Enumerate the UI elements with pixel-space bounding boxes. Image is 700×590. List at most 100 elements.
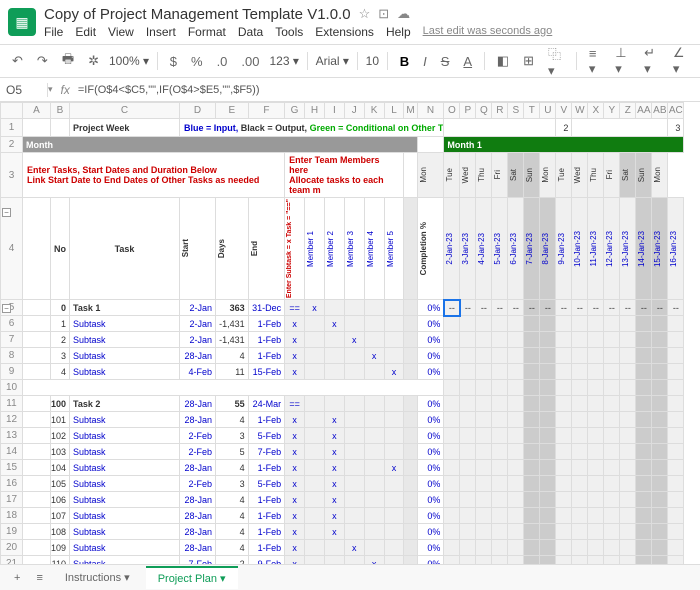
table-row[interactable]: 61Subtask2-Jan-1,4311-Febxx0% [1, 316, 684, 332]
tab-project-plan[interactable]: Project Plan ▾ [146, 566, 238, 589]
group-toggle-1[interactable]: − [2, 208, 11, 217]
row-header[interactable]: 1 [1, 119, 23, 137]
row-header[interactable]: 18 [1, 508, 23, 524]
row-header[interactable]: 21 [1, 556, 23, 564]
menu-tools[interactable]: Tools [275, 25, 303, 39]
row-header[interactable]: 8 [1, 348, 23, 364]
menu-extensions[interactable]: Extensions [315, 25, 374, 39]
group-toggle-2[interactable]: − [2, 304, 11, 313]
col-header[interactable]: A [23, 103, 51, 119]
table-row[interactable]: 18107Subtask28-Jan41-Febxx0% [1, 508, 684, 524]
col-header[interactable]: K [364, 103, 384, 119]
doc-title[interactable]: Copy of Project Management Template V1.0… [44, 6, 351, 23]
col-header[interactable]: X [588, 103, 604, 119]
table-row[interactable]: 12101Subtask28-Jan41-Febxx0% [1, 412, 684, 428]
spreadsheet-table[interactable]: ABCDEFGHIJKLMNOPQRSTUVWXYZAAABAC 1Projec… [0, 102, 684, 564]
merge-btn[interactable]: ⿻ ▾ [544, 42, 568, 81]
table-row[interactable]: 15104Subtask28-Jan41-Febxxx0% [1, 460, 684, 476]
paint-icon[interactable]: ✲ [84, 51, 103, 71]
col-header[interactable]: M [404, 103, 417, 119]
col-header[interactable]: E [215, 103, 248, 119]
star-icon[interactable]: ☆ [359, 6, 371, 22]
row-header[interactable]: 14 [1, 444, 23, 460]
zoom-select[interactable]: 100% ▾ [109, 54, 149, 68]
bold-btn[interactable]: B [396, 52, 413, 71]
name-box[interactable]: O5 [0, 83, 48, 97]
row-header[interactable]: 12 [1, 412, 23, 428]
strike-btn[interactable]: S [437, 52, 454, 71]
table-row[interactable]: 50Task 12-Jan36331-Dec==x0%-------------… [1, 300, 684, 316]
add-sheet-btn[interactable]: + [8, 570, 26, 586]
col-header[interactable]: F [248, 103, 285, 119]
col-header[interactable]: U [540, 103, 556, 119]
row-header[interactable]: 16 [1, 476, 23, 492]
col-header[interactable]: S [508, 103, 524, 119]
col-header[interactable]: H [305, 103, 325, 119]
table-row[interactable]: 11100Task 228-Jan5524-Mar==0% [1, 396, 684, 412]
inc-dec-btn[interactable]: .00 [237, 52, 263, 71]
row-header[interactable]: 19 [1, 524, 23, 540]
col-header[interactable]: C [70, 103, 180, 119]
col-header[interactable]: N [417, 103, 444, 119]
col-header[interactable]: L [384, 103, 404, 119]
col-header[interactable]: AA [636, 103, 652, 119]
currency-btn[interactable]: $ [166, 52, 181, 71]
cloud-icon[interactable]: ☁ [397, 6, 410, 22]
sheets-logo[interactable]: ▦ [8, 8, 36, 36]
row-header[interactable]: 2 [1, 137, 23, 153]
font-select[interactable]: Arial ▾ [316, 54, 349, 68]
row-header[interactable]: 9 [1, 364, 23, 380]
row-header[interactable]: 13 [1, 428, 23, 444]
italic-btn[interactable]: I [419, 52, 431, 71]
col-header[interactable]: Q [476, 103, 492, 119]
row-header[interactable]: 17 [1, 492, 23, 508]
col-header[interactable]: B [51, 103, 70, 119]
table-row[interactable]: 94Subtask4-Feb1115-Febxx0% [1, 364, 684, 380]
tab-instructions[interactable]: Instructions ▾ [53, 567, 142, 588]
col-header[interactable] [1, 103, 23, 119]
dec-dec-btn[interactable]: .0 [213, 52, 232, 71]
col-header[interactable]: J [344, 103, 364, 119]
print-icon[interactable]: 🖶 [58, 48, 78, 74]
table-row[interactable]: 10 [1, 380, 684, 396]
halign-btn[interactable]: ≡ ▾ [585, 44, 605, 79]
col-header[interactable]: R [492, 103, 508, 119]
row-header[interactable]: 3 [1, 153, 23, 198]
table-row[interactable]: 72Subtask2-Jan-1,4311-Febxx0% [1, 332, 684, 348]
col-header[interactable]: Z [620, 103, 636, 119]
rotate-btn[interactable]: ∠ ▾ [669, 43, 692, 79]
size-select[interactable]: 10 [366, 54, 379, 68]
valign-btn[interactable]: ⊥ ▾ [611, 43, 634, 79]
col-header[interactable]: AC [668, 103, 684, 119]
table-row[interactable]: 83Subtask28-Jan41-Febxx0% [1, 348, 684, 364]
row-header[interactable]: 6 [1, 316, 23, 332]
wrap-btn[interactable]: ↵ ▾ [640, 43, 663, 79]
menu-data[interactable]: Data [238, 25, 263, 39]
row-header[interactable]: 10 [1, 380, 23, 396]
menu-help[interactable]: Help [386, 25, 411, 39]
borders-btn[interactable]: ⊞ [519, 51, 538, 71]
row-header[interactable]: 15 [1, 460, 23, 476]
table-row[interactable]: 21110Subtask7-Feb29-Febxx0% [1, 556, 684, 564]
formula-input[interactable]: =IF(O$4<$C5,"",IF(O$4>$E5,"",$F5)) [78, 84, 260, 96]
col-header[interactable]: W [572, 103, 588, 119]
table-row[interactable]: 20109Subtask28-Jan41-Febxx0% [1, 540, 684, 556]
col-header[interactable]: G [285, 103, 305, 119]
menu-insert[interactable]: Insert [146, 25, 176, 39]
menu-view[interactable]: View [108, 25, 134, 39]
col-header[interactable]: T [524, 103, 540, 119]
menu-edit[interactable]: Edit [75, 25, 96, 39]
fill-color-btn[interactable]: ◧ [493, 51, 513, 71]
col-header[interactable]: D [180, 103, 216, 119]
redo-icon[interactable]: ↷ [33, 51, 52, 71]
col-header[interactable]: AB [652, 103, 668, 119]
menu-format[interactable]: Format [188, 25, 226, 39]
number-format[interactable]: 123 ▾ [269, 54, 298, 68]
table-row[interactable]: 16105Subtask2-Feb35-Febxx0% [1, 476, 684, 492]
table-row[interactable]: 13102Subtask2-Feb35-Febxx0% [1, 428, 684, 444]
col-header[interactable]: Y [604, 103, 620, 119]
row-header[interactable]: 7 [1, 332, 23, 348]
col-header[interactable]: P [460, 103, 476, 119]
col-header[interactable]: I [324, 103, 344, 119]
col-header[interactable]: O [444, 103, 460, 119]
